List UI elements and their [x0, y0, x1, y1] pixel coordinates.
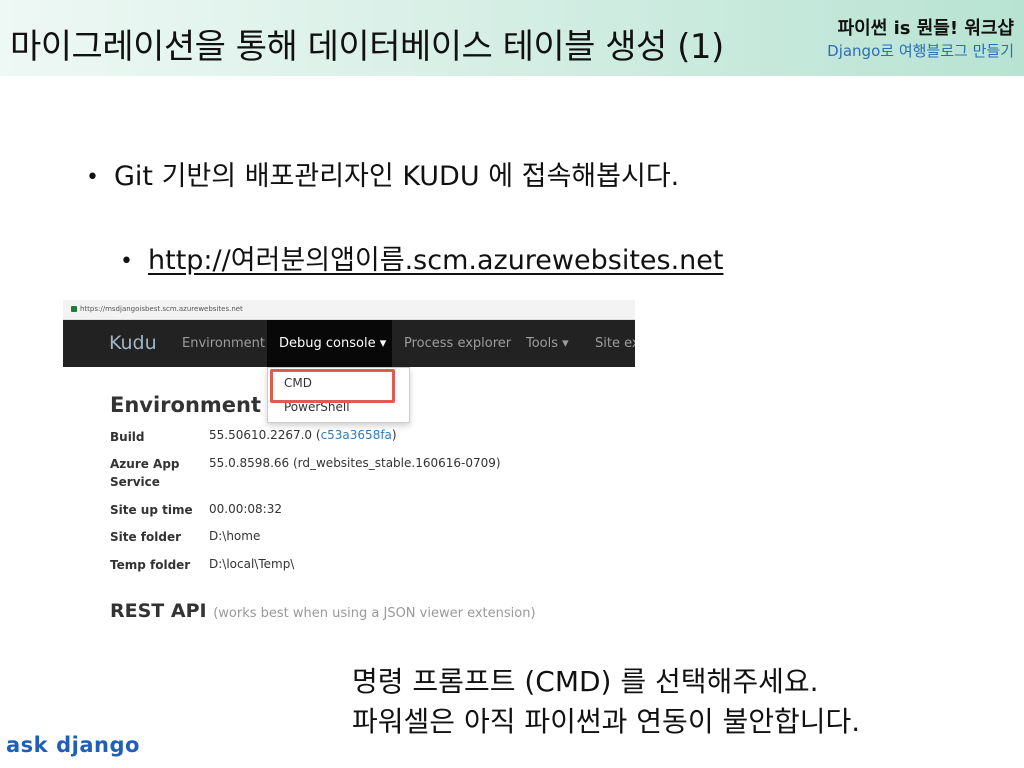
temp-folder-value: D:\local\Temp\: [209, 557, 295, 571]
build-version: 55.50610.2267.0 (: [209, 428, 321, 442]
environment-heading: Environment: [110, 393, 262, 417]
kudu-navbar: Kudu Environment Debug console ▾ Process…: [63, 320, 635, 367]
address-bar[interactable]: https://msdjangoisbest.scm.azurewebsites…: [63, 300, 635, 320]
build-label: Build: [110, 430, 145, 444]
logo-django: django: [56, 733, 140, 757]
note-line-1: 명령 프롬프트 (CMD) 를 선택해주세요.: [352, 665, 819, 698]
address-text: https://msdjangoisbest.scm.azurewebsites…: [80, 305, 243, 313]
nav-debug-console[interactable]: Debug console ▾: [267, 320, 392, 367]
site-up-time-label: Site up time: [110, 503, 193, 517]
nav-site-extensions[interactable]: Site ex: [595, 336, 635, 351]
site-folder-label: Site folder: [110, 530, 182, 544]
bullet-sub: • http://여러분의앱이름.scm.azurewebsites.net: [120, 238, 723, 277]
nav-debug-console-label: Debug console ▾: [279, 336, 387, 351]
azure-app-service-label: Azure App Service: [110, 457, 180, 489]
lock-icon: [71, 306, 77, 312]
ask-django-logo: ask django: [6, 733, 140, 757]
nav-process-explorer[interactable]: Process explorer: [404, 336, 511, 351]
header-band: 마이그레이션을 통해 데이터베이스 테이블 생성 (1) 파이썬 is 뭔들! …: [0, 0, 1024, 76]
kudu-url-link[interactable]: http://여러분의앱이름.scm.azurewebsites.net: [148, 245, 723, 276]
kudu-screenshot: https://msdjangoisbest.scm.azurewebsites…: [63, 300, 635, 640]
bullet-dot-icon: •: [120, 249, 133, 274]
debug-console-dropdown: CMD PowerShell: [267, 367, 410, 423]
rest-api-title: REST API: [110, 600, 207, 622]
workshop-title: 파이썬 is 뭔들! 워크샵: [837, 18, 1014, 39]
rest-api-heading: REST API (works best when using a JSON v…: [110, 600, 536, 622]
bullet-dot-icon: •: [86, 165, 99, 190]
temp-folder-label: Temp folder: [110, 558, 191, 572]
build-close: ): [391, 428, 397, 442]
site-folder-value: D:\home: [209, 529, 261, 543]
azure-app-service-value: 55.0.8598.66 (rd_websites_stable.160616-…: [209, 456, 501, 470]
cmd-highlight-box: [270, 369, 395, 403]
note-line-2: 파워셀은 아직 파이썬과 연동이 불안합니다.: [352, 705, 861, 738]
bullet-main-text: Git 기반의 배포관리자인 KUDU 에 접속해봅시다.: [114, 161, 680, 192]
rest-api-subtitle: (works best when using a JSON viewer ext…: [213, 606, 536, 621]
workshop-subtitle: Django로 여행블로그 만들기: [827, 42, 1014, 60]
nav-environment[interactable]: Environment: [182, 336, 265, 351]
logo-ask: ask: [6, 733, 49, 757]
site-up-time-value: 00.00:08:32: [209, 502, 282, 516]
build-hash-link[interactable]: c53a3658fa: [321, 428, 392, 442]
build-value: 55.50610.2267.0 (c53a3658fa): [209, 428, 397, 442]
nav-tools[interactable]: Tools ▾: [526, 336, 569, 351]
bullet-main: • Git 기반의 배포관리자인 KUDU 에 접속해봅시다.: [86, 154, 679, 193]
kudu-brand[interactable]: Kudu: [109, 332, 157, 354]
slide-title: 마이그레이션을 통해 데이터베이스 테이블 생성 (1): [10, 27, 724, 67]
